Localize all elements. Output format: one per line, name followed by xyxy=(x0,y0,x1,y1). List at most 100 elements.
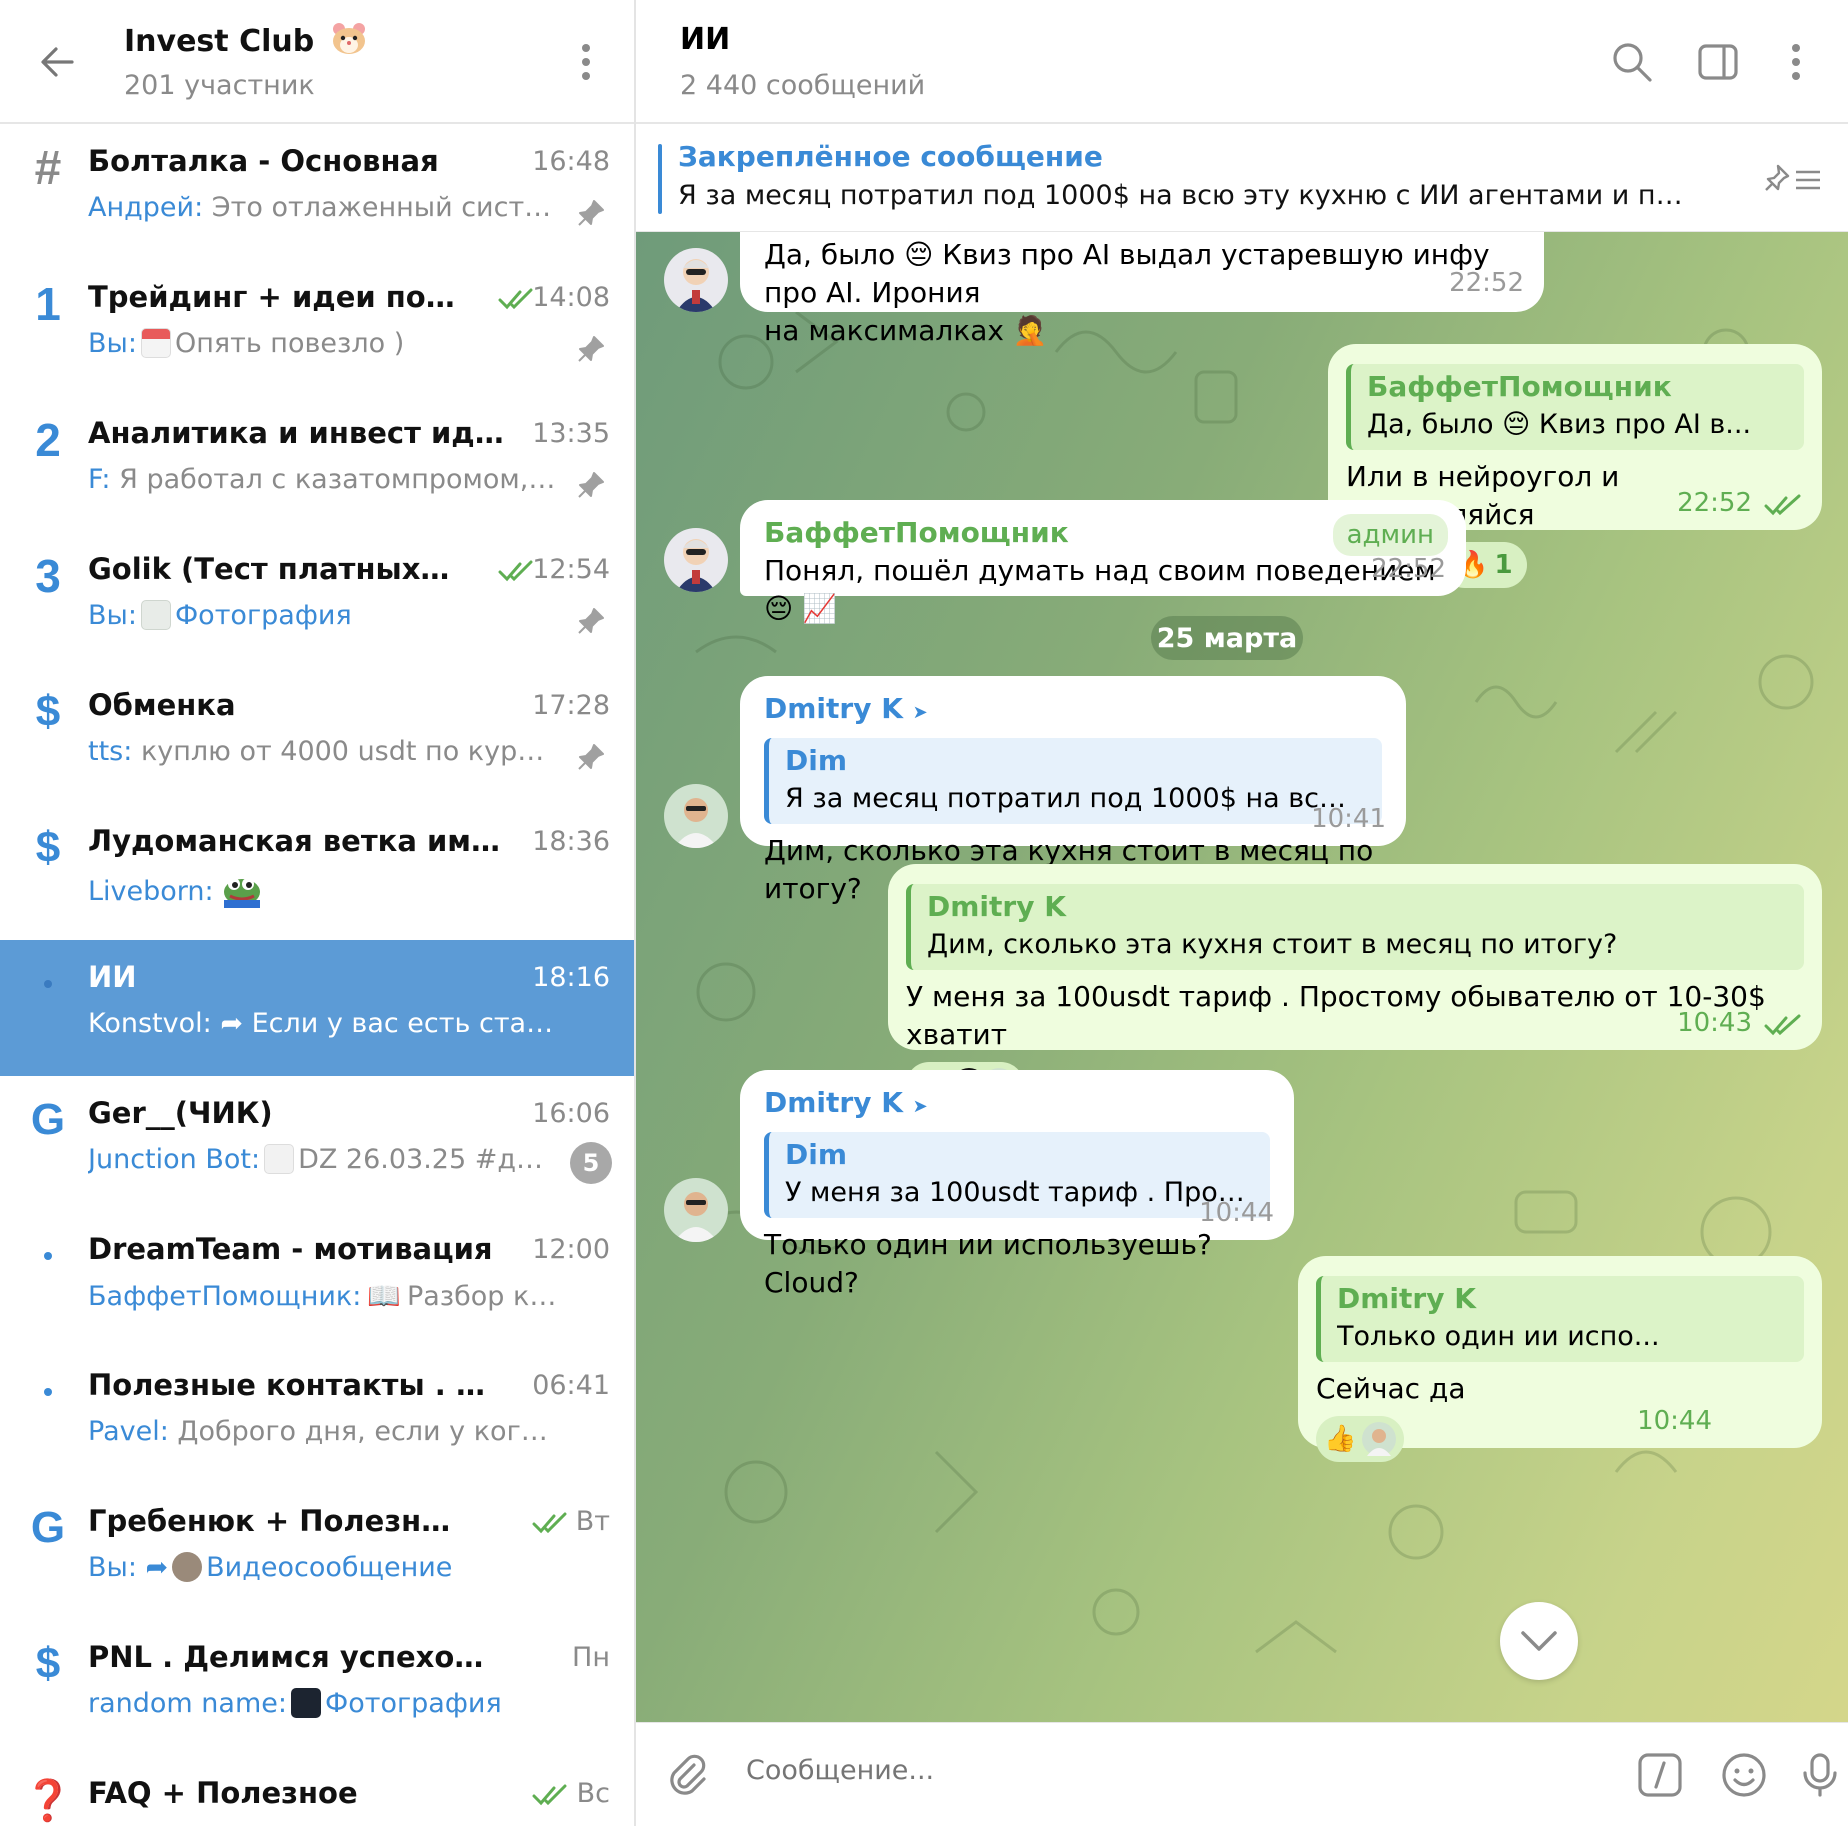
message-text: Понял, пошёл думать над своим поведением… xyxy=(764,554,1436,625)
number-1-topic-icon: 1 xyxy=(35,278,61,330)
topic-preview: F: Я работал с казатомпромом, н... xyxy=(88,464,558,495)
topic-preview: БаффетПомощник:📖Разбор книг... xyxy=(88,1281,558,1312)
topic-name: PNL . Делимся успехом и Не усп... xyxy=(88,1640,488,1674)
topic-item-trading[interactable]: 1 Трейдинг + идеи по рынку 14:08 Вы:Опят… xyxy=(0,260,634,396)
message-author[interactable]: Dmitry K ➤ xyxy=(764,1084,1270,1126)
date-separator: 25 марта xyxy=(1151,616,1303,660)
message-bubble[interactable]: Да, было 😔 Квиз про AI выдал устаревшую … xyxy=(740,232,1544,347)
pinned-message-bar[interactable]: Закреплённое сообщение Я за месяц потрат… xyxy=(636,124,1848,232)
topic-item-contacts[interactable]: Полезные контакты . Предло... 06:41 Pave… xyxy=(0,1348,634,1484)
pinned-list-icon[interactable] xyxy=(1764,160,1824,200)
emoji-icon[interactable] xyxy=(1720,1751,1768,1799)
reply-quote[interactable]: Dmitry K Дим, сколько эта кухня стоит в … xyxy=(906,884,1804,970)
message-input[interactable] xyxy=(746,1755,1346,1786)
topic-time: Вс xyxy=(576,1778,610,1809)
more-menu-icon[interactable] xyxy=(1786,44,1806,88)
topic-name: Лудоманская ветка имени К... xyxy=(88,824,508,858)
topic-item-ii-active[interactable]: ИИ 18:16 Konstvol: ➦ Если у вас есть ста… xyxy=(0,940,634,1076)
message-time: 10:44 xyxy=(1637,1406,1712,1436)
message-bubble[interactable]: БаффетПомощник админ Понял, пошёл думать… xyxy=(740,500,1466,625)
topic-preview: Liveborn: xyxy=(88,872,558,908)
chat-title[interactable]: ИИ xyxy=(680,22,730,57)
group-title[interactable]: Invest Club xyxy=(124,22,367,59)
read-double-check-icon xyxy=(532,1512,567,1534)
topic-item-ludomanskaya[interactable]: $ Лудоманская ветка имени К... 18:36 Liv… xyxy=(0,804,634,940)
number-2-topic-icon: 2 xyxy=(35,414,61,466)
back-arrow-icon[interactable] xyxy=(38,42,78,82)
message-bubble[interactable]: Dmitry K ➤ Dim Я за месяц потратил под 1… xyxy=(740,676,1406,905)
chart-up-emoji-icon: 📈 xyxy=(802,592,837,625)
topic-name: Обменка xyxy=(88,688,236,722)
pinned-label: Закреплённое сообщение xyxy=(678,140,1103,173)
reply-quote[interactable]: Dim У меня за 100usdt тариф . Простому о… xyxy=(764,1132,1270,1218)
sidebar-toggle-icon[interactable] xyxy=(1696,40,1740,84)
pin-icon xyxy=(578,472,604,498)
topic-name: Golik (Тест платных подпи... xyxy=(88,552,458,586)
topic-name: Ger__(ЧИК) xyxy=(88,1096,273,1130)
message-bubble[interactable]: Dmitry K ➤ Dim У меня за 100usdt тариф .… xyxy=(740,1070,1294,1299)
telegram-premium-icon: ➤ xyxy=(912,1096,928,1117)
member-count: 201 участник xyxy=(124,70,315,101)
message-time: 10:43 xyxy=(1677,1008,1752,1038)
chevron-down-icon xyxy=(1521,1631,1557,1651)
message-time: 22:52 xyxy=(1677,488,1752,518)
sender-avatar[interactable] xyxy=(664,784,728,848)
topic-preview: Junction Bot: DZ 26.03.25 #до... xyxy=(88,1144,548,1175)
message-area[interactable]: Да, было 😔 Квиз про AI выдал устаревшую … xyxy=(636,232,1848,1722)
attach-icon[interactable] xyxy=(664,1751,712,1799)
topic-preview: Konstvol: ➦ Если у вас есть стартап / ..… xyxy=(88,1008,558,1039)
topic-item-grebenyuk[interactable]: G Гребенюк + Полезное для ре... Вт Вы: ➦… xyxy=(0,1484,634,1620)
message-bubble-outgoing[interactable]: Dmitry K Дим, сколько эта кухня стоит в … xyxy=(888,864,1822,1108)
pin-icon xyxy=(578,744,604,770)
topics-panel: Invest Club 201 участник # Болталка - Ос… xyxy=(0,0,636,1826)
reactor-avatar xyxy=(1362,1422,1397,1456)
chat-panel: ИИ 2 440 сообщений Закреплённое сообщени… xyxy=(636,0,1848,1826)
topic-item-faq[interactable]: ❓ FAQ + Полезное Вс xyxy=(0,1756,634,1826)
more-menu-icon[interactable] xyxy=(578,44,594,84)
topic-preview: Вы: Фотография xyxy=(88,600,352,631)
message-time: 10:41 xyxy=(1311,804,1386,834)
topic-item-golik[interactable]: 3 Golik (Тест платных подпи... 12:54 Вы:… xyxy=(0,532,634,668)
bot-commands-icon[interactable] xyxy=(1636,1751,1684,1799)
reply-quote[interactable]: БаффетПомощник Да, было 😔 Квиз про AI в.… xyxy=(1346,364,1804,450)
message-time: 10:44 xyxy=(1199,1198,1274,1228)
scroll-down-button[interactable] xyxy=(1500,1602,1578,1680)
topic-item-pnl[interactable]: $ PNL . Делимся успехом и Не усп... Пн r… xyxy=(0,1620,634,1756)
topic-dot-icon xyxy=(24,960,72,1008)
topic-item-analytics[interactable]: 2 Аналитика и инвест идеи 13:35 F: Я раб… xyxy=(0,396,634,532)
topic-preview: random name: Фотография xyxy=(88,1688,502,1719)
sender-avatar[interactable] xyxy=(664,528,728,592)
topic-time: 06:41 xyxy=(532,1370,610,1401)
reply-quote[interactable]: Dmitry K Только один ии испо... xyxy=(1316,1276,1804,1362)
read-double-check-icon xyxy=(498,288,533,310)
sender-avatar[interactable] xyxy=(664,248,728,312)
reaction-thumbs-up[interactable]: 👍 xyxy=(1316,1416,1405,1462)
topic-time: 16:06 xyxy=(532,1098,610,1129)
video-avatar-thumbnail xyxy=(172,1552,203,1582)
topic-name: Гребенюк + Полезное для ре... xyxy=(88,1504,458,1538)
group-header: Invest Club 201 участник xyxy=(0,0,634,124)
search-icon[interactable] xyxy=(1610,40,1654,84)
topic-time: 17:28 xyxy=(532,690,610,721)
question-topic-icon: ❓ xyxy=(23,1778,73,1823)
message-time: 22:52 xyxy=(1371,554,1446,584)
topic-item-boltalka[interactable]: # Болталка - Основная 16:48 Андрей: Это … xyxy=(0,124,634,260)
read-double-check-icon xyxy=(532,1784,567,1806)
read-double-check-icon xyxy=(1764,494,1801,516)
chat-header: ИИ 2 440 сообщений xyxy=(636,0,1848,124)
forward-icon: ➦ xyxy=(145,1552,169,1583)
message-bubble-outgoing[interactable]: Dmitry K Только один ии испо... Сейчас д… xyxy=(1298,1256,1822,1462)
topic-time: 16:48 xyxy=(532,146,610,177)
topic-name: DreamTeam - мотивация xyxy=(88,1232,493,1266)
message-text: Только один ии используешь? Cloud? xyxy=(764,1228,1212,1299)
sender-avatar[interactable] xyxy=(664,1178,728,1242)
reply-quote[interactable]: Dim Я за месяц потратил под 1000$ на всю… xyxy=(764,738,1382,824)
pin-icon xyxy=(578,336,604,362)
topic-item-obmenka[interactable]: $ Обменка 17:28 tts: куплю от 4000 usdt … xyxy=(0,668,634,804)
microphone-icon[interactable] xyxy=(1796,1751,1844,1799)
message-author[interactable]: Dmitry K ➤ xyxy=(764,690,1382,732)
topic-name: Болталка - Основная xyxy=(88,144,439,178)
topic-time: 18:16 xyxy=(532,962,610,993)
topic-item-dreamteam[interactable]: DreamTeam - мотивация 12:00 БаффетПомощн… xyxy=(0,1212,634,1348)
topic-item-ger[interactable]: G Ger__(ЧИК) 16:06 Junction Bot: DZ 26.03… xyxy=(0,1076,634,1212)
